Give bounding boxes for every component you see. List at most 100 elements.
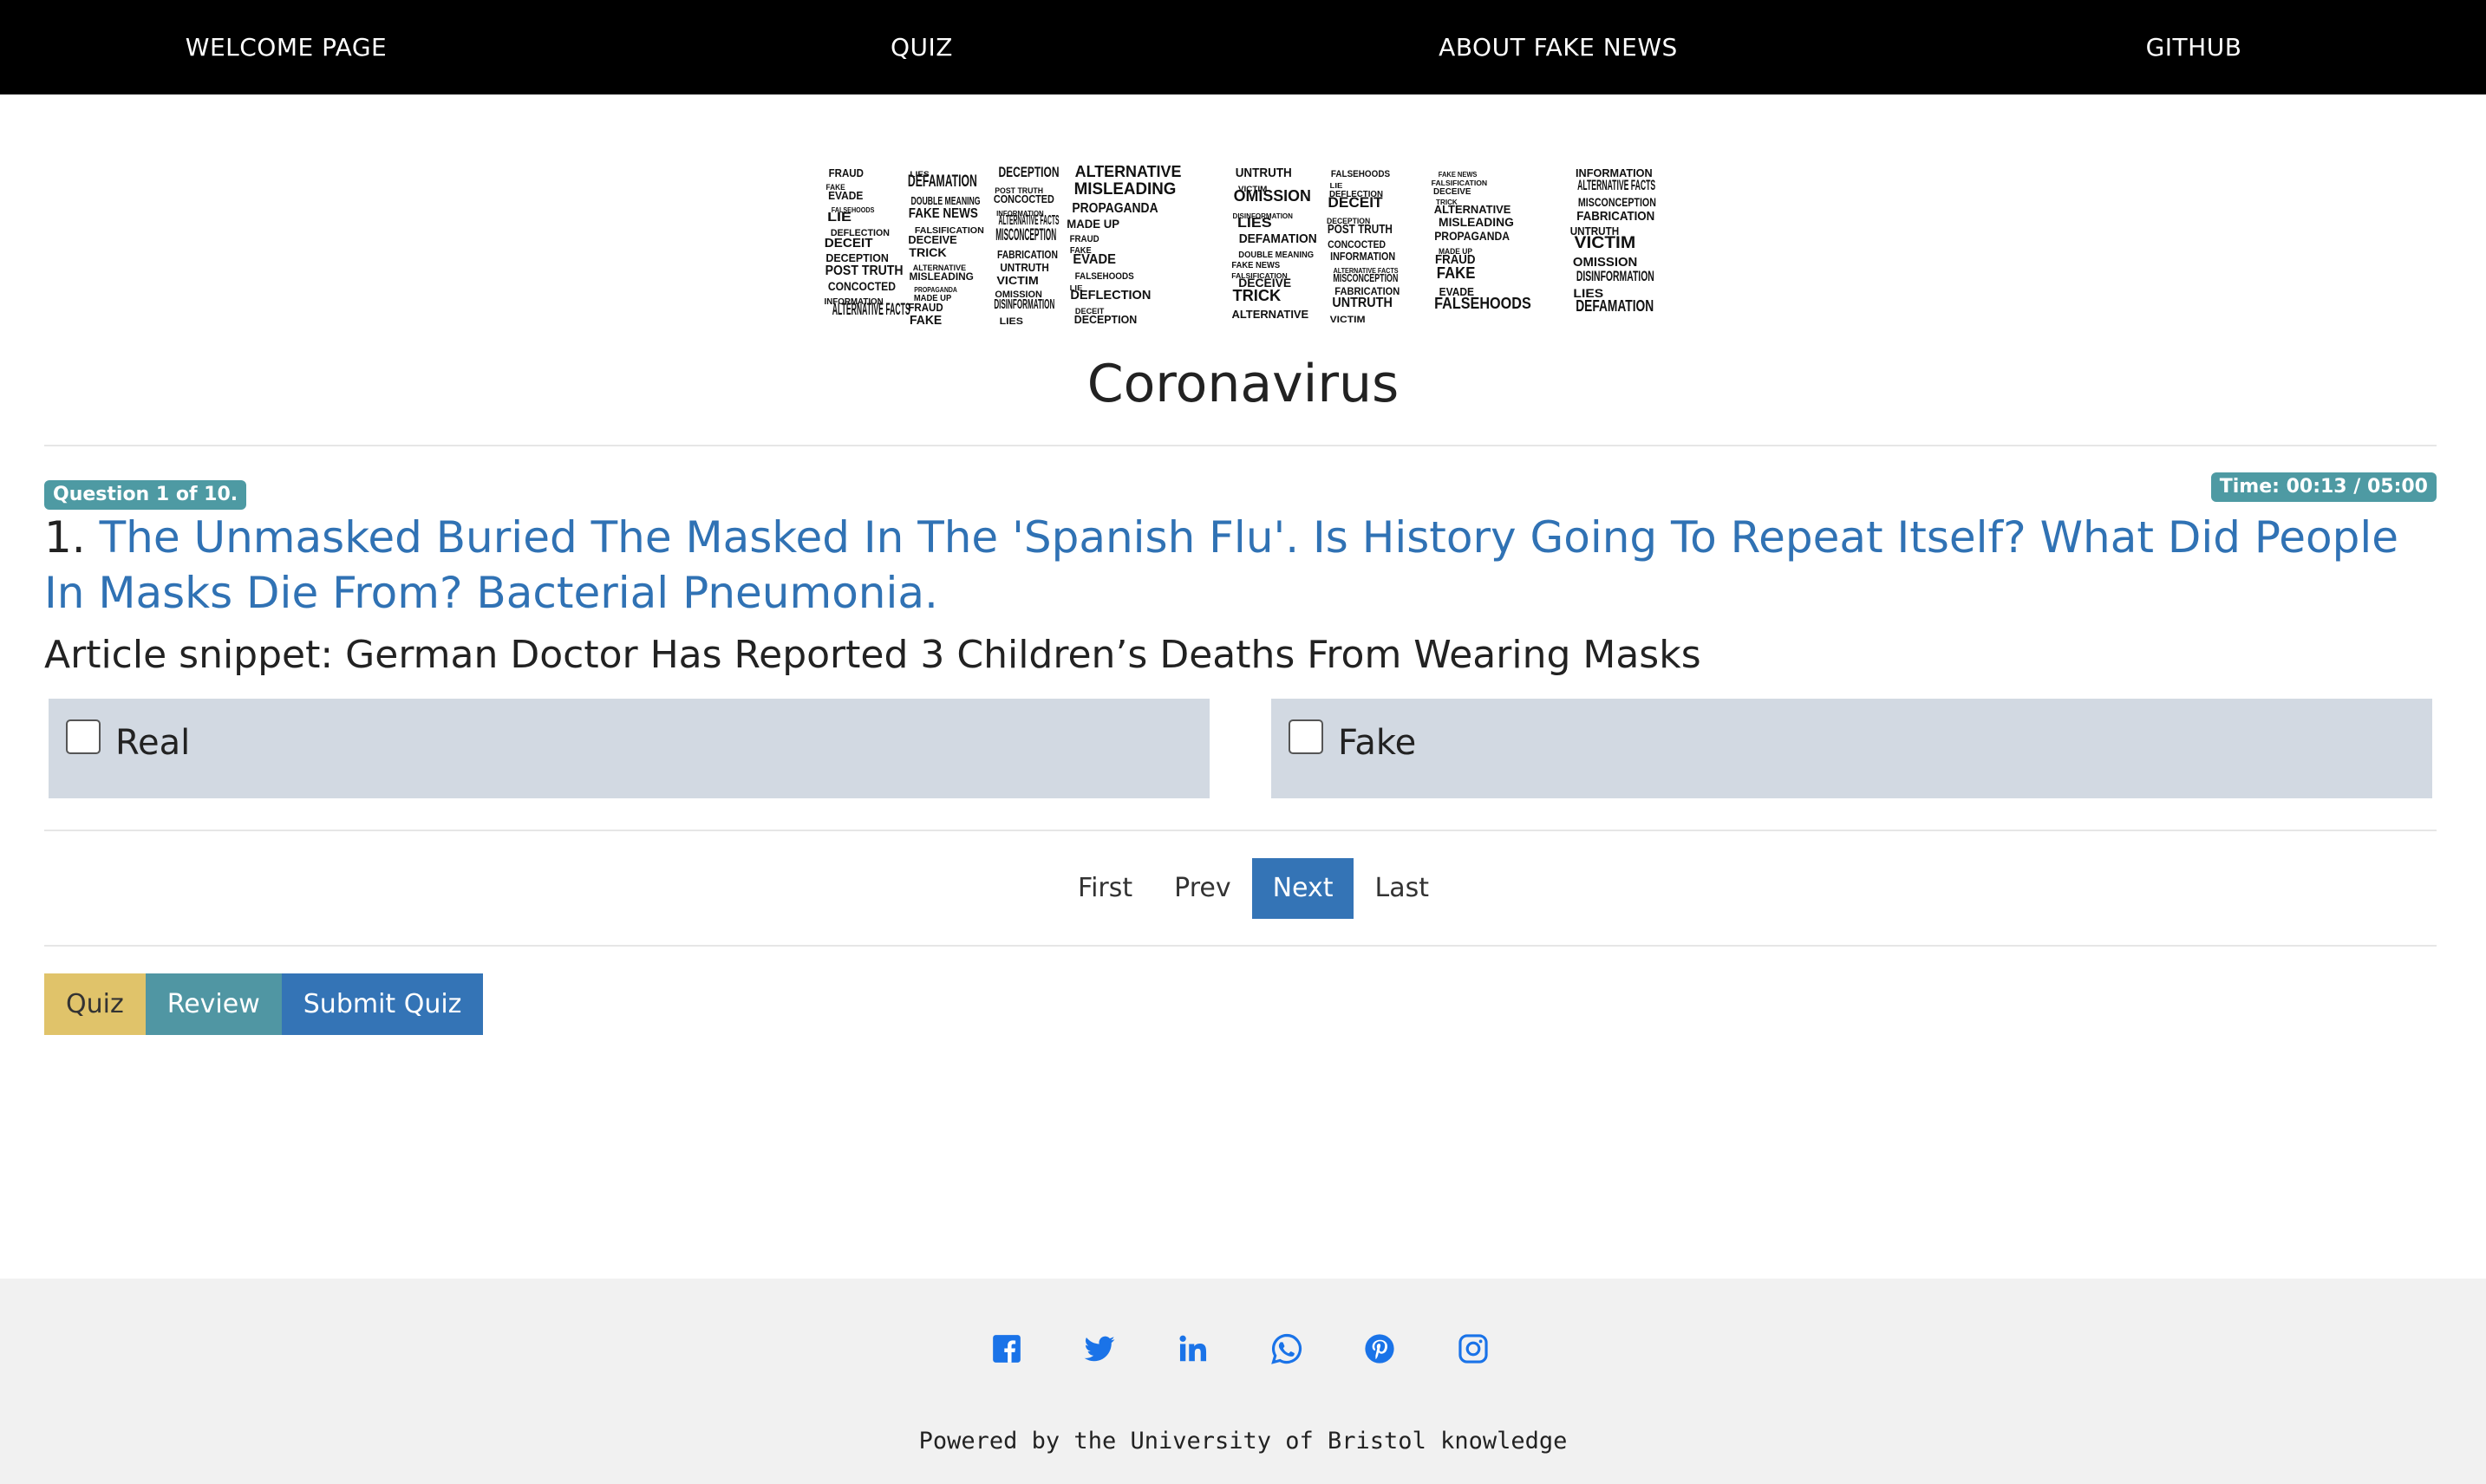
- social-links: [0, 1332, 2486, 1367]
- divider: [44, 945, 2437, 947]
- pager-last-button[interactable]: Last: [1354, 858, 1450, 919]
- logo-word: EVADE: [828, 189, 864, 202]
- logo-word: DECEIVE: [1433, 187, 1471, 197]
- quiz-actions: Quiz Review Submit Quiz: [44, 973, 484, 1035]
- logo-word: LIES: [1237, 216, 1272, 231]
- linkedin-icon[interactable]: [1177, 1332, 1210, 1365]
- option-fake-label: Fake: [1338, 723, 1417, 763]
- nav-welcome-page[interactable]: WELCOME PAGE: [186, 0, 387, 94]
- question-link[interactable]: The Unmasked Buried The Masked In The 'S…: [44, 512, 2398, 618]
- logo-word: DECEIT: [825, 236, 873, 251]
- powered-by-text: Powered by the University of Bristol kno…: [918, 1428, 1568, 1455]
- page-title: Coronavirus: [1086, 354, 1400, 414]
- logo-word: ALTERNATIVE: [1232, 308, 1309, 321]
- logo-word: FRAUD: [829, 166, 864, 179]
- question-text: 1. The Unmasked Buried The Masked In The…: [44, 510, 2437, 621]
- logo-word: DEFAMATION: [1239, 231, 1317, 246]
- logo-word: MISCONCEPTION: [995, 226, 1056, 244]
- logo-word: VICTIM: [1330, 315, 1366, 325]
- nav-quiz[interactable]: QUIZ: [891, 0, 953, 94]
- logo-word: DECEPTION: [1074, 313, 1138, 326]
- logo-word: INFORMATION: [1330, 250, 1395, 263]
- top-nav: WELCOME PAGE QUIZ ABOUT FAKE NEWS GITHUB: [0, 0, 2486, 94]
- divider: [44, 445, 2437, 446]
- logo-word: POST TRUTH: [1328, 222, 1393, 237]
- logo-word: MISLEADING: [1439, 215, 1514, 229]
- logo-word: FRAUD: [1070, 234, 1099, 244]
- pager-first-button[interactable]: First: [1057, 858, 1153, 919]
- option-fake[interactable]: Fake: [1271, 699, 2432, 798]
- logo-word: DECEIT: [1328, 194, 1383, 211]
- logo-word: DECEPTION: [825, 251, 889, 264]
- logo-word: FRAUD: [908, 301, 943, 314]
- real-checkbox[interactable]: [66, 719, 101, 754]
- option-real[interactable]: Real: [49, 699, 1210, 798]
- logo-word: DOUBLE MEANING: [1238, 251, 1314, 260]
- logo-word: VICTIM: [1575, 234, 1636, 252]
- pager-next-button[interactable]: Next: [1251, 858, 1354, 919]
- nav-github[interactable]: GITHUB: [2146, 0, 2242, 94]
- logo-word: FABRICATION: [1576, 209, 1654, 224]
- logo-word: FALSIFICATION: [1432, 179, 1488, 187]
- logo-word: DISINFORMATION: [994, 297, 1054, 312]
- logo-word: TRICK: [909, 245, 946, 259]
- logo-word: FAKE NEWS: [1231, 261, 1280, 270]
- logo-word: ALTERNATIVE: [1075, 165, 1182, 180]
- logo-word: ALTERNATIVE FACTS: [832, 301, 910, 319]
- logo-word: UNTRUTH: [1332, 296, 1392, 310]
- logo-word: FAKE NEWS: [1439, 171, 1478, 179]
- logo-word: ALTERNATIVE FACTS: [1577, 177, 1655, 193]
- twitter-icon[interactable]: [1083, 1332, 1116, 1365]
- quiz-button[interactable]: Quiz: [44, 973, 146, 1035]
- logo-word: DOUBLE MEANING: [911, 194, 981, 207]
- logo-word: TRICK: [1232, 287, 1281, 304]
- whatsapp-icon[interactable]: [1270, 1332, 1303, 1365]
- question-number: 1.: [44, 512, 86, 563]
- pinterest-icon[interactable]: [1363, 1332, 1396, 1365]
- logo-word: OMISSION: [1234, 187, 1311, 205]
- divider: [44, 830, 2437, 831]
- logo-word: CONCOCTED: [828, 279, 896, 293]
- logo-word: DEFLECTION: [1070, 288, 1151, 303]
- article-snippet: Article snippet: German Doctor Has Repor…: [44, 633, 1701, 677]
- logo-word: PROPAGANDA: [914, 286, 957, 294]
- logo-word: MISCONCEPTION: [1578, 195, 1656, 209]
- logo-word: DECEPTION: [999, 165, 1060, 180]
- logo-word: DEFAMATION: [1576, 297, 1654, 315]
- logo-word: FAKE: [1437, 264, 1476, 282]
- logo-word: VICTIM: [996, 274, 1038, 287]
- logo-word: UNTRUTH: [1000, 261, 1048, 274]
- logo-word: PROPAGANDA: [1434, 229, 1510, 243]
- instagram-icon[interactable]: [1457, 1332, 1490, 1365]
- logo-word: CONCOCTED: [994, 192, 1054, 205]
- submit-quiz-button[interactable]: Submit Quiz: [281, 973, 484, 1035]
- logo-word: MISCONCEPTION: [1333, 271, 1398, 284]
- logo-word: FALSEHOODS: [1331, 169, 1390, 179]
- logo-word: DISINFORMATION: [1576, 268, 1654, 284]
- logo-word: FALSEHOODS: [1434, 295, 1531, 312]
- logo-word: MISLEADING: [1074, 180, 1177, 199]
- option-real-label: Real: [115, 723, 191, 763]
- logo-word: CONCOCTED: [1328, 238, 1386, 251]
- review-button[interactable]: Review: [145, 973, 282, 1035]
- question-counter-badge: Question 1 of 10.: [44, 480, 247, 510]
- logo-word: FAKE NEWS: [909, 206, 978, 221]
- logo-word: FABRICATION: [997, 248, 1058, 261]
- logo-word: PROPAGANDA: [1072, 201, 1158, 216]
- fake-checkbox[interactable]: [1289, 719, 1323, 754]
- pagination: First Prev Next Last: [1057, 858, 1450, 919]
- logo-word: LIE: [1330, 182, 1344, 190]
- nav-about-fake-news[interactable]: ABOUT FAKE NEWS: [1439, 0, 1678, 94]
- fake-news-logo: FRAUD FAKE EVADE FALSEHOODS LIE DEFLECTION DEC…: [825, 165, 1656, 328]
- logo-word: FALSEHOODS: [1075, 271, 1134, 282]
- facebook-icon[interactable]: [990, 1332, 1023, 1365]
- timer-badge: Time: 00:13 / 05:00: [2210, 472, 2437, 502]
- pager-prev-button[interactable]: Prev: [1153, 858, 1251, 919]
- logo-word: DEFAMATION: [908, 172, 977, 191]
- logo-word: LIES: [1000, 316, 1023, 327]
- logo-word: ALTERNATIVE: [1434, 203, 1511, 216]
- logo-word: LIE: [827, 210, 852, 225]
- logo-word: MADE UP: [1067, 217, 1119, 231]
- logo-word: POST TRUTH: [825, 264, 904, 278]
- logo-word: UNTRUTH: [1236, 166, 1292, 180]
